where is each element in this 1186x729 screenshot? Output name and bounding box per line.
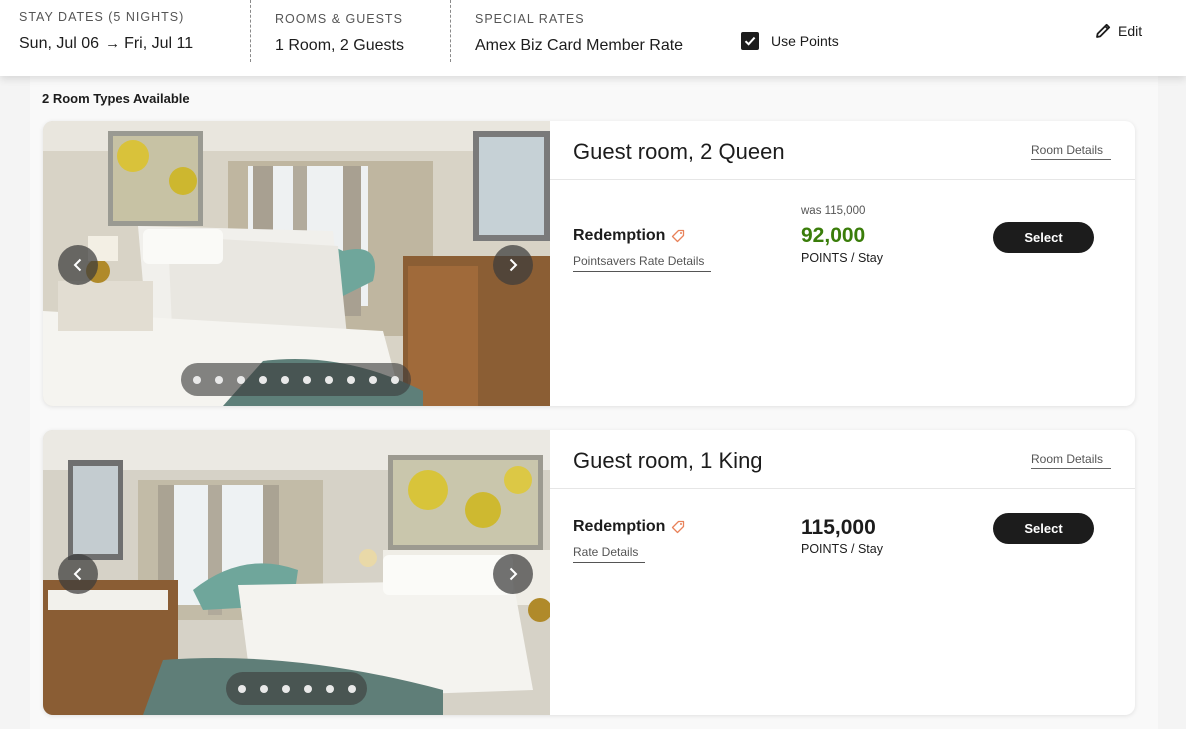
room-info: Guest room, 2 Queen Room Details Redempt… [550, 121, 1135, 406]
room-types-count: 2 Room Types Available [42, 91, 190, 106]
pagination-dot[interactable] [281, 684, 290, 693]
use-points-label: Use Points [771, 33, 839, 49]
price-unit-strong: POINTS [801, 251, 848, 265]
photo-pagination [181, 363, 411, 396]
pagination-dot[interactable] [325, 375, 333, 384]
edit-search-button[interactable]: Edit [1095, 22, 1142, 39]
pagination-dot[interactable] [325, 684, 334, 693]
rate-name: Redemption [573, 227, 685, 245]
divider [550, 488, 1135, 489]
arrow-right-icon: → [105, 35, 121, 52]
stay-dates-label: STAY DATES (5 NIGHTS) [19, 10, 185, 24]
pagination-dot[interactable] [259, 684, 268, 693]
previous-photo-button[interactable] [58, 554, 98, 594]
pagination-dot[interactable] [237, 375, 245, 384]
chevron-left-icon [73, 567, 82, 581]
points-price: 92,000 [801, 224, 866, 247]
pagination-dot[interactable] [347, 684, 356, 693]
room-title: Guest room, 1 King [573, 448, 763, 473]
room-card: Guest room, 1 King Room Details Redempti… [43, 430, 1135, 715]
special-rates-value: Amex Biz Card Member Rate [475, 37, 684, 54]
next-photo-button[interactable] [493, 245, 533, 285]
tag-icon [672, 520, 685, 534]
points-price: 115,000 [801, 516, 876, 539]
rate-details-link[interactable]: Rate Details [573, 545, 645, 563]
pagination-dot[interactable] [215, 375, 223, 384]
pagination-dot[interactable] [369, 375, 377, 384]
rate-details-link[interactable]: Pointsavers Rate Details [573, 254, 711, 272]
rate-name: Redemption [573, 518, 685, 536]
previous-photo-button[interactable] [58, 245, 98, 285]
select-room-button[interactable]: Select [993, 222, 1094, 253]
select-room-button[interactable]: Select [993, 513, 1094, 544]
pagination-dot[interactable] [303, 375, 311, 384]
pagination-dot[interactable] [347, 375, 355, 384]
rooms-guests-label: ROOMS & GUESTS [275, 12, 403, 26]
pencil-icon [1096, 23, 1111, 38]
next-photo-button[interactable] [493, 554, 533, 594]
room-photo-carousel[interactable] [43, 121, 550, 406]
pagination-dot[interactable] [237, 684, 246, 693]
room-details-link[interactable]: Room Details [1031, 143, 1111, 160]
room-info: Guest room, 1 King Room Details Redempti… [550, 430, 1135, 715]
divider [550, 179, 1135, 180]
pagination-dot[interactable] [193, 375, 201, 384]
check-in-date: Sun, Jul 06 [19, 35, 100, 52]
check-out-date: Fri, Jul 11 [124, 35, 194, 52]
pagination-dot[interactable] [281, 375, 289, 384]
special-rates-section[interactable]: SPECIAL RATES Amex Biz Card Member Rate [451, 0, 731, 62]
use-points-toggle[interactable]: Use Points [741, 32, 839, 50]
tag-icon [672, 229, 685, 243]
chevron-right-icon [509, 567, 518, 581]
room-photo-carousel[interactable] [43, 430, 550, 715]
edit-label: Edit [1118, 22, 1143, 39]
pagination-dot[interactable] [259, 375, 267, 384]
stay-dates-value: Sun, Jul 06 → Fri, Jul 11 [19, 35, 250, 53]
stay-dates-section[interactable]: STAY DATES (5 NIGHTS) Sun, Jul 06 → Fri, J… [0, 0, 251, 62]
photo-pagination [226, 672, 367, 705]
price-unit: POINTS / Stay [801, 542, 883, 556]
was-price: was 115,000 [801, 205, 866, 217]
room-card: Guest room, 2 Queen Room Details Redempt… [43, 121, 1135, 406]
rooms-guests-value: 1 Room, 2 Guests [275, 37, 404, 54]
pagination-dot[interactable] [303, 684, 312, 693]
pagination-dot[interactable] [391, 375, 399, 384]
price-unit-rest: / Stay [847, 251, 883, 265]
search-summary-bar: STAY DATES (5 NIGHTS) Sun, Jul 06 → Fri, J… [0, 0, 1186, 76]
use-points-checkbox[interactable] [741, 32, 759, 50]
rate-name-text: Redemption [573, 227, 666, 244]
price-unit-rest: / Stay [847, 542, 883, 556]
price-unit-strong: POINTS [801, 542, 848, 556]
chevron-right-icon [509, 258, 518, 272]
rooms-guests-section[interactable]: ROOMS & GUESTS 1 Room, 2 Guests [251, 0, 451, 62]
price-unit: POINTS / Stay [801, 251, 883, 265]
rate-name-text: Redemption [573, 518, 666, 535]
special-rates-label: SPECIAL RATES [475, 12, 585, 26]
room-details-link[interactable]: Room Details [1031, 452, 1111, 469]
checkmark-icon [744, 36, 756, 46]
room-title: Guest room, 2 Queen [573, 139, 785, 164]
chevron-left-icon [73, 258, 82, 272]
